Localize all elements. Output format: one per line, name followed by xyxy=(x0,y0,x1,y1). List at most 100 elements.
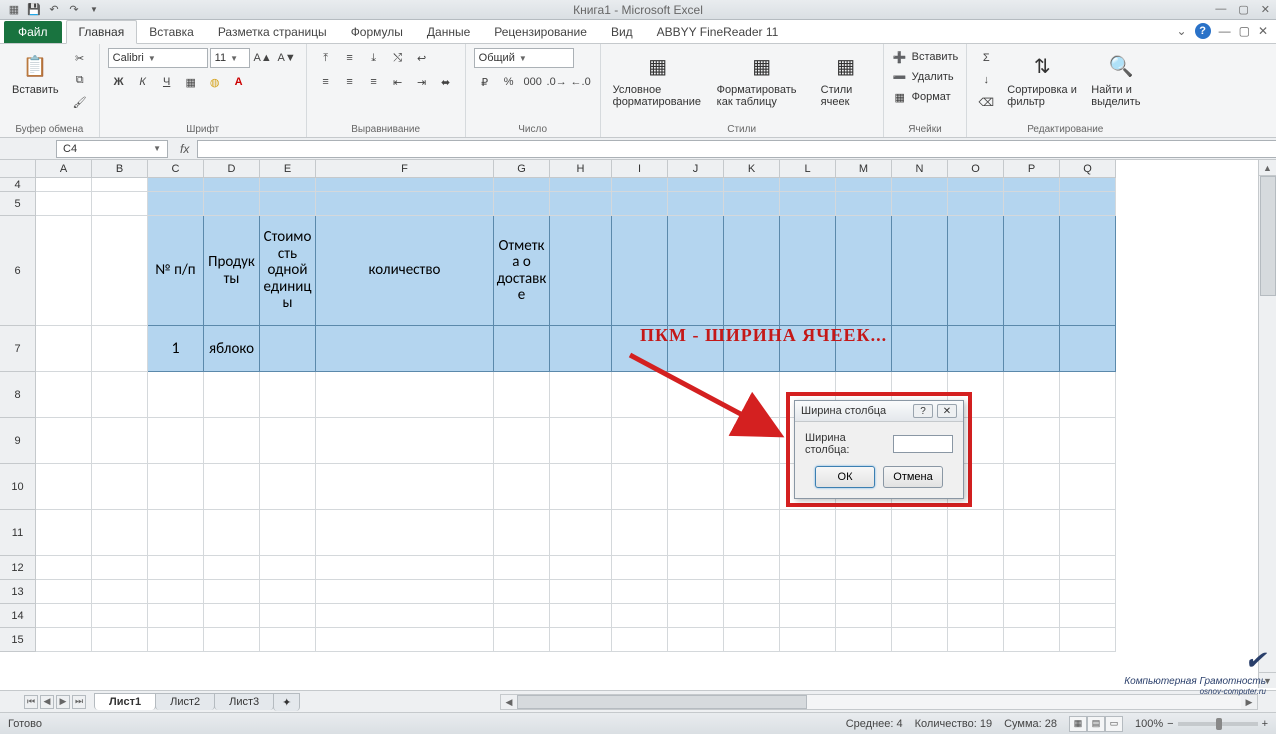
cell-C12[interactable] xyxy=(148,556,204,580)
cell-G6[interactable]: Отметка о доставке xyxy=(494,216,550,326)
cell-H9[interactable] xyxy=(550,418,612,464)
cell-P14[interactable] xyxy=(1004,604,1060,628)
row-header-14[interactable]: 14 xyxy=(0,604,35,628)
fx-icon[interactable]: fx xyxy=(172,142,197,156)
undo-icon[interactable]: ↶ xyxy=(46,2,62,18)
cell-H8[interactable] xyxy=(550,372,612,418)
autosum-icon[interactable]: Σ xyxy=(975,48,997,68)
col-header-F[interactable]: F xyxy=(316,160,494,177)
cell-M11[interactable] xyxy=(836,510,892,556)
cell-J12[interactable] xyxy=(668,556,724,580)
find-select-button[interactable]: 🔍Найти и выделить xyxy=(1087,48,1155,110)
cell-K5[interactable] xyxy=(724,192,780,216)
cell-I13[interactable] xyxy=(612,580,668,604)
cell-Q13[interactable] xyxy=(1060,580,1116,604)
cell-C6[interactable]: № п/п xyxy=(148,216,204,326)
cell-P4[interactable] xyxy=(1004,178,1060,192)
row-header-10[interactable]: 10 xyxy=(0,464,35,510)
cell-Q5[interactable] xyxy=(1060,192,1116,216)
cell-D10[interactable] xyxy=(204,464,260,510)
cell-C11[interactable] xyxy=(148,510,204,556)
cell-Q8[interactable] xyxy=(1060,372,1116,418)
scroll-up-icon[interactable]: ▲ xyxy=(1259,160,1276,176)
cell-G5[interactable] xyxy=(494,192,550,216)
copy-icon[interactable]: ⧉ xyxy=(69,70,91,90)
font-size-combo[interactable]: 11▼ xyxy=(210,48,250,68)
cell-J11[interactable] xyxy=(668,510,724,556)
cell-M6[interactable] xyxy=(836,216,892,326)
cell-B5[interactable] xyxy=(92,192,148,216)
cell-F15[interactable] xyxy=(316,628,494,652)
vscroll-thumb[interactable] xyxy=(1260,176,1276,296)
workbook-restore-icon[interactable]: ▢ xyxy=(1239,24,1250,38)
cell-Q12[interactable] xyxy=(1060,556,1116,580)
cell-P15[interactable] xyxy=(1004,628,1060,652)
cell-D12[interactable] xyxy=(204,556,260,580)
cell-M15[interactable] xyxy=(836,628,892,652)
cell-G11[interactable] xyxy=(494,510,550,556)
row-header-7[interactable]: 7 xyxy=(0,326,35,372)
cell-K14[interactable] xyxy=(724,604,780,628)
cell-I9[interactable] xyxy=(612,418,668,464)
cell-H4[interactable] xyxy=(550,178,612,192)
tab-home[interactable]: Главная xyxy=(66,20,138,44)
cell-C4[interactable] xyxy=(148,178,204,192)
cell-I10[interactable] xyxy=(612,464,668,510)
cell-N11[interactable] xyxy=(892,510,948,556)
underline-button[interactable]: Ч xyxy=(156,72,178,92)
cell-F11[interactable] xyxy=(316,510,494,556)
cell-styles-button[interactable]: ▦Стили ячеек xyxy=(817,48,875,110)
cell-B7[interactable] xyxy=(92,326,148,372)
cell-K6[interactable] xyxy=(724,216,780,326)
cell-A11[interactable] xyxy=(36,510,92,556)
tab-view[interactable]: Вид xyxy=(599,21,645,43)
row-header-12[interactable]: 12 xyxy=(0,556,35,580)
align-bottom-icon[interactable]: ⤓ xyxy=(363,48,385,68)
cell-E6[interactable]: Стоимость одной единицы xyxy=(260,216,316,326)
cell-A9[interactable] xyxy=(36,418,92,464)
cell-P5[interactable] xyxy=(1004,192,1060,216)
align-left-icon[interactable]: ≡ xyxy=(315,72,337,92)
cell-E14[interactable] xyxy=(260,604,316,628)
cell-H12[interactable] xyxy=(550,556,612,580)
cell-N15[interactable] xyxy=(892,628,948,652)
increase-decimal-icon[interactable]: .0→ xyxy=(546,72,568,92)
cell-G12[interactable] xyxy=(494,556,550,580)
formula-input[interactable] xyxy=(197,140,1276,158)
cell-D8[interactable] xyxy=(204,372,260,418)
fill-icon[interactable]: ↓ xyxy=(975,70,997,90)
cell-F12[interactable] xyxy=(316,556,494,580)
comma-icon[interactable]: 000 xyxy=(522,72,544,92)
cell-C15[interactable] xyxy=(148,628,204,652)
clear-icon[interactable]: ⌫ xyxy=(975,92,997,112)
cell-K13[interactable] xyxy=(724,580,780,604)
file-tab[interactable]: Файл xyxy=(4,21,62,43)
save-icon[interactable]: 💾 xyxy=(26,2,42,18)
cell-E10[interactable] xyxy=(260,464,316,510)
number-format-combo[interactable]: Общий▼ xyxy=(474,48,574,68)
cell-O5[interactable] xyxy=(948,192,1004,216)
cell-E8[interactable] xyxy=(260,372,316,418)
sheet-tab-1[interactable]: Лист1 xyxy=(94,693,156,710)
cell-F9[interactable] xyxy=(316,418,494,464)
cell-J15[interactable] xyxy=(668,628,724,652)
cell-H10[interactable] xyxy=(550,464,612,510)
cell-H15[interactable] xyxy=(550,628,612,652)
increase-indent-icon[interactable]: ⇥ xyxy=(411,72,433,92)
cell-B15[interactable] xyxy=(92,628,148,652)
cell-G10[interactable] xyxy=(494,464,550,510)
cell-L14[interactable] xyxy=(780,604,836,628)
tab-insert[interactable]: Вставка xyxy=(137,21,206,43)
cell-J4[interactable] xyxy=(668,178,724,192)
redo-icon[interactable]: ↷ xyxy=(66,2,82,18)
row-header-8[interactable]: 8 xyxy=(0,372,35,418)
border-button[interactable]: ▦ xyxy=(180,72,202,92)
zoom-out-icon[interactable]: − xyxy=(1167,718,1173,730)
cell-O13[interactable] xyxy=(948,580,1004,604)
cell-I5[interactable] xyxy=(612,192,668,216)
cell-A5[interactable] xyxy=(36,192,92,216)
cell-P12[interactable] xyxy=(1004,556,1060,580)
zoom-slider[interactable] xyxy=(1178,722,1258,726)
scroll-right-icon[interactable]: ▶ xyxy=(1241,697,1257,708)
column-width-input[interactable] xyxy=(893,435,953,453)
